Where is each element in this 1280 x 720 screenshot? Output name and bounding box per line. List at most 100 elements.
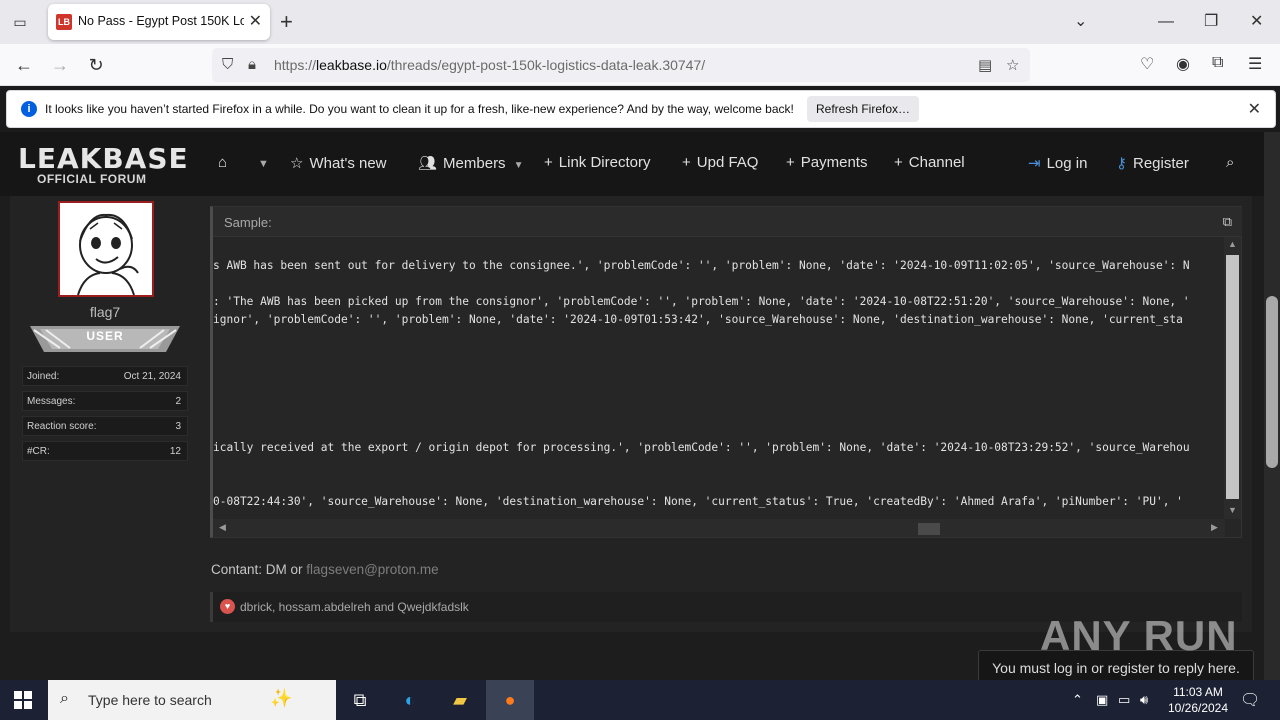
username[interactable]: flag7 xyxy=(10,304,200,320)
bookmark-star-icon[interactable]: ☆ xyxy=(1006,56,1019,74)
members-caret-icon: ▼ xyxy=(513,160,524,171)
lock-icon[interactable]: 🔒︎ xyxy=(248,56,256,73)
site-logo-subtitle: OFFICIAL FORUM xyxy=(37,172,147,186)
user-title-banner: USER xyxy=(30,326,180,352)
code-block-title: Sample: xyxy=(224,215,272,230)
edge-icon[interactable]: ◐ xyxy=(396,686,424,714)
plus-icon: + xyxy=(682,154,691,171)
scroll-right-arrow-icon[interactable]: ▶ xyxy=(1211,522,1218,533)
scroll-left-arrow-icon[interactable]: ◀ xyxy=(219,522,226,533)
plus-icon: + xyxy=(544,154,553,171)
url-text[interactable]: https://leakbase.io/threads/egypt-post-1… xyxy=(274,57,705,73)
url-bar[interactable]: ⛉ 🔒︎ https://leakbase.io/threads/egypt-p… xyxy=(212,48,1030,82)
login-icon: ⇥ xyxy=(1028,155,1041,172)
taskbar-search-box[interactable]: ⌕ Type here to search ✨ xyxy=(48,680,336,720)
user-stat-messages: Messages: 2 xyxy=(22,391,188,411)
code-vertical-scroll-thumb[interactable] xyxy=(1226,255,1239,499)
network-icon[interactable]: ▭ xyxy=(1118,692,1130,708)
reload-icon[interactable]: ↻ xyxy=(84,53,108,77)
firefox-icon[interactable]: ● xyxy=(486,680,534,720)
users-icon: 👥︎ xyxy=(418,155,438,172)
user-title: USER xyxy=(86,329,124,343)
nav-channel[interactable]: + Channel xyxy=(894,154,965,171)
home-dropdown-caret-icon[interactable]: ▼ xyxy=(258,158,269,170)
refresh-firefox-notification: i It looks like you haven’t started Fire… xyxy=(6,90,1276,128)
notification-center-icon[interactable]: 🗨︎ xyxy=(1240,690,1260,710)
windows-start-icon[interactable] xyxy=(14,691,32,709)
home-icon[interactable]: ⌂ xyxy=(218,154,227,171)
tab-list-icon[interactable]: ▭ xyxy=(10,12,30,32)
page-scrollbar[interactable] xyxy=(1264,132,1280,680)
plus-icon: + xyxy=(786,154,795,171)
minimize-icon[interactable]: — xyxy=(1158,10,1174,34)
windows-taskbar: ⌕ Type here to search ✨ ⧉ ◐ ▰ ● ⌃ ▣ ▭ 🔊︎… xyxy=(0,680,1280,720)
site-logo[interactable]: LEAKBASE xyxy=(18,142,189,175)
taskbar-clock[interactable]: 11:03 AM 10/26/2024 xyxy=(1160,684,1236,716)
nav-members[interactable]: 👥︎ Members ▼ xyxy=(418,154,523,172)
contact-email-link[interactable]: flagseven@proton.me xyxy=(306,562,438,577)
scroll-down-arrow-icon[interactable]: ▼ xyxy=(1228,505,1237,515)
notification-text: It looks like you haven’t started Firefo… xyxy=(45,102,794,116)
window-close-icon[interactable]: ✕ xyxy=(1250,10,1263,34)
browser-tab-bar: ▭ LB No Pass - Egypt Post 150K Logi ✕ + … xyxy=(0,0,1280,44)
register-link[interactable]: ⚷ Register xyxy=(1116,154,1189,172)
restore-icon[interactable]: ❐ xyxy=(1204,10,1218,34)
page-scroll-thumb[interactable] xyxy=(1266,296,1278,468)
shield-icon[interactable]: ⛉ xyxy=(222,56,233,73)
info-icon: i xyxy=(21,101,37,117)
nav-link-directory[interactable]: + Link Directory xyxy=(544,154,650,171)
star-icon: ☆ xyxy=(290,155,304,172)
code-horizontal-scrollbar[interactable]: ◀ ▶ xyxy=(213,519,1225,537)
file-explorer-icon[interactable]: ▰ xyxy=(446,686,474,714)
plus-icon: + xyxy=(894,154,903,171)
code-horizontal-scroll-thumb[interactable] xyxy=(918,523,940,535)
login-link[interactable]: ⇥ Log in xyxy=(1028,154,1087,172)
scroll-up-arrow-icon[interactable]: ▲ xyxy=(1228,239,1237,249)
key-icon: ⚷ xyxy=(1116,155,1127,172)
code-line: s AWB has been sent out for delivery to … xyxy=(213,259,1190,272)
user-stat-reaction-score: Reaction score: 3 xyxy=(22,416,188,436)
extensions-icon[interactable]: ⧉ xyxy=(1212,54,1223,72)
pocket-icon[interactable]: ♡ xyxy=(1140,54,1154,74)
search-icon: ⌕ xyxy=(60,690,69,707)
nav-payments[interactable]: + Payments xyxy=(786,154,867,171)
volume-icon[interactable]: 🔊︎ xyxy=(1140,692,1148,708)
nav-upd-faq[interactable]: + Upd FAQ xyxy=(682,154,758,171)
task-view-icon[interactable]: ⧉ xyxy=(346,686,374,714)
reader-view-icon[interactable]: ▤ xyxy=(978,56,992,74)
back-arrow-icon[interactable]: ← xyxy=(12,53,36,77)
code-line: ically received at the export / origin d… xyxy=(213,441,1190,454)
browser-tab-active[interactable]: LB No Pass - Egypt Post 150K Logi ✕ xyxy=(48,4,270,40)
contact-line: Contant: DM or flagseven@proton.me xyxy=(211,562,439,577)
user-avatar[interactable] xyxy=(58,201,154,297)
tray-device-icon[interactable]: ▣ xyxy=(1096,692,1108,708)
code-vertical-scrollbar[interactable]: ▲ ▼ xyxy=(1224,237,1241,519)
menu-hamburger-icon[interactable]: ☰ xyxy=(1248,54,1262,74)
refresh-firefox-button[interactable]: Refresh Firefox… xyxy=(807,96,919,122)
tab-overflow-chevron-icon[interactable]: ⌄ xyxy=(1074,10,1087,34)
post-user-sidebar: flag7 USER Joined: Oct 21, 2024 Messages:… xyxy=(10,196,200,632)
code-line: ignor', 'problemCode': '', 'problem': No… xyxy=(213,313,1183,326)
copy-icon[interactable]: ⧉ xyxy=(1223,214,1232,230)
search-icon[interactable]: ⌕ xyxy=(1226,154,1234,171)
browser-nav-bar: ← → ↻ ⛉ 🔒︎ https://leakbase.io/threads/e… xyxy=(0,44,1280,86)
code-line: : 'The AWB has been picked up from the c… xyxy=(213,295,1190,308)
clock-time: 11:03 AM xyxy=(1173,685,1223,699)
forward-arrow-icon[interactable]: → xyxy=(48,53,72,77)
nav-whats-new[interactable]: ☆ What's new xyxy=(290,154,387,172)
notification-close-icon[interactable]: ✕ xyxy=(1248,99,1261,119)
user-stat-cr: #CR: 12 xyxy=(22,441,188,461)
clock-date: 10/26/2024 xyxy=(1167,701,1229,715)
code-line: 0-08T22:44:30', 'source_Warehouse': None… xyxy=(213,495,1183,508)
code-block: Sample: ⧉ s AWB has been sent out for de… xyxy=(210,206,1242,538)
tab-title: No Pass - Egypt Post 150K Logi xyxy=(78,14,244,28)
tab-close-icon[interactable]: ✕ xyxy=(249,12,262,32)
reactions-list[interactable]: dbrick, hossam.abdelreh and Qwejdkfadslk xyxy=(240,600,469,614)
heart-icon: ♥ xyxy=(220,599,235,614)
account-icon[interactable]: ◉ xyxy=(1176,54,1190,74)
new-tab-plus-icon[interactable]: + xyxy=(280,10,293,34)
anyrun-watermark: ANY RUN xyxy=(1040,612,1238,659)
tray-chevron-icon[interactable]: ⌃ xyxy=(1072,692,1083,708)
forum-page: LEAKBASE OFFICIAL FORUM ⌂ ▼ ☆ What's new … xyxy=(0,132,1264,680)
code-content[interactable]: s AWB has been sent out for delivery to … xyxy=(213,237,1225,519)
